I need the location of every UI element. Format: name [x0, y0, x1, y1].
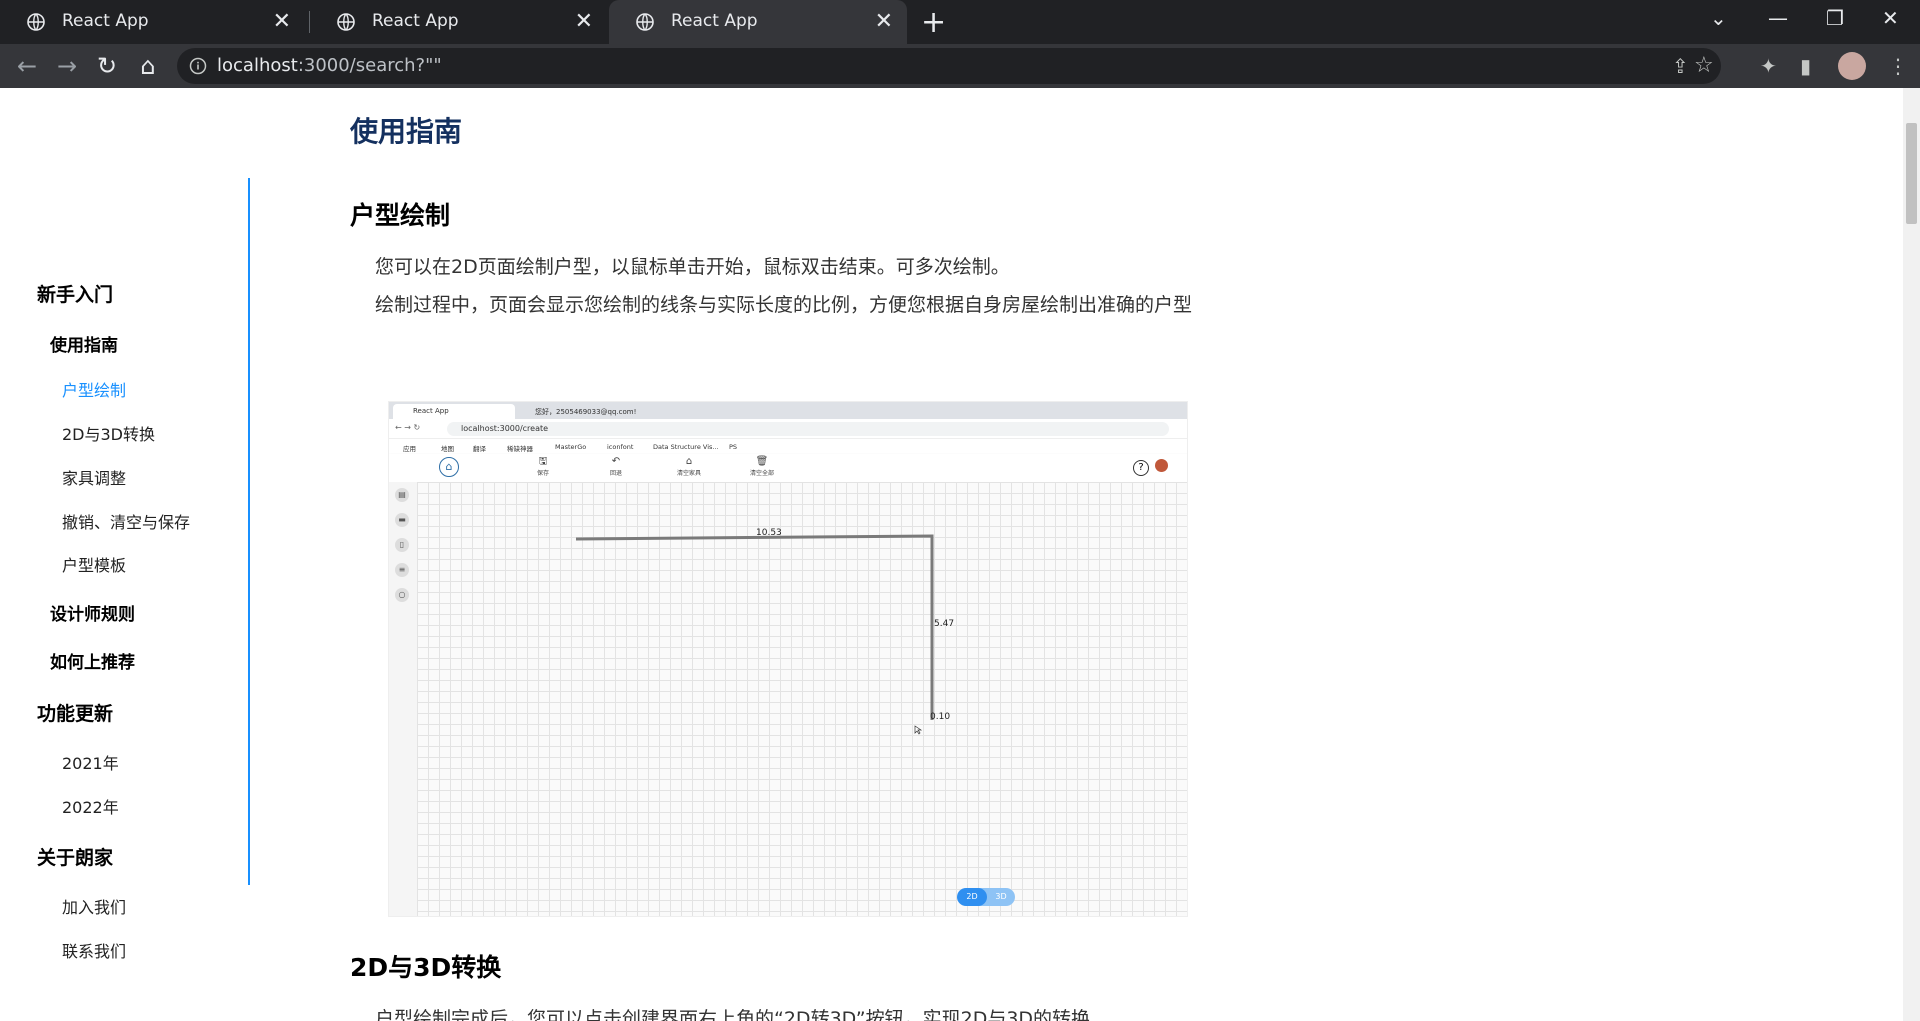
tab-title: React App: [671, 11, 758, 31]
sidebar-item-designer-rules[interactable]: 设计师规则: [50, 600, 135, 625]
sidebar-item-undo-clear-save[interactable]: 撤销、清空与保存: [62, 509, 190, 533]
side-panel-icon[interactable]: ▮: [1800, 54, 1811, 78]
share-icon[interactable]: ⇪: [1672, 54, 1689, 78]
sidebar-item-2022[interactable]: 2022年: [62, 794, 119, 818]
sidebar-item-floorplan-drawing[interactable]: 户型绘制: [62, 377, 126, 401]
tab-search-icon[interactable]: ⌄: [1710, 6, 1727, 30]
globe-icon: [27, 13, 45, 31]
browser-tab-bar: React App ✕ React App ✕ React App ✕ + ⌄ …: [0, 0, 1920, 44]
dimension-label: 5.47: [934, 619, 954, 629]
section-paragraph: 您可以在2D页面绘制户型，以鼠标单击开始，鼠标双击结束。可多次绘制。: [375, 256, 1010, 278]
url-path: :3000/search?"": [297, 55, 442, 76]
globe-icon: [636, 13, 654, 31]
toggle-2d: 2D: [957, 888, 987, 906]
close-tab-icon[interactable]: ✕: [575, 9, 593, 34]
info-icon[interactable]: [189, 57, 207, 75]
sidebar-item-2021[interactable]: 2021年: [62, 750, 119, 774]
sidebar-item-updates[interactable]: 功能更新: [37, 699, 113, 726]
browser-tab[interactable]: React App ✕: [310, 0, 607, 44]
scrollbar-thumb[interactable]: [1906, 123, 1917, 224]
new-tab-icon[interactable]: +: [921, 5, 946, 40]
floorplan-drawing: 10.53 5.47 0.10: [575, 528, 954, 735]
avatar[interactable]: [1838, 52, 1866, 80]
back-icon[interactable]: ←: [12, 51, 42, 81]
minimize-icon[interactable]: —: [1768, 6, 1788, 30]
sidebar-item-templates[interactable]: 户型模板: [62, 552, 126, 576]
section-paragraph: 绘制过程中，页面会显示您绘制的线条与实际长度的比例，方便您根据自身房屋绘制出准确…: [375, 294, 1193, 316]
extensions-icon[interactable]: ✦: [1760, 54, 1777, 78]
wall-line: [575, 534, 934, 720]
restore-icon[interactable]: ❐: [1826, 6, 1844, 30]
bookmark-star-icon[interactable]: ☆: [1694, 53, 1714, 78]
forward-icon[interactable]: →: [52, 51, 82, 81]
page-content: 新手入门 使用指南 户型绘制 2D与3D转换 家具调整 撤销、清空与保存 户型模…: [0, 88, 1903, 1021]
sidebar-item-2d-3d[interactable]: 2D与3D转换: [62, 421, 155, 445]
sidebar-item-usage-guide[interactable]: 使用指南: [50, 331, 118, 356]
menu-icon[interactable]: ⋮: [1888, 54, 1908, 78]
toggle-3d: 3D: [995, 892, 1007, 901]
section-title: 2D与3D转换: [350, 953, 502, 982]
globe-icon: [337, 13, 355, 31]
browser-tab[interactable]: React App ✕: [0, 0, 305, 44]
sidebar-nav: 新手入门 使用指南 户型绘制 2D与3D转换 家具调整 撤销、清空与保存 户型模…: [0, 178, 250, 961]
sidebar-item-getting-started[interactable]: 新手入门: [37, 280, 113, 307]
dimension-label: 0.10: [930, 712, 950, 722]
tab-title: React App: [62, 11, 149, 31]
browser-toolbar: ← → ↻ ⌂ localhost:3000/search?"" ⇪ ☆ ✦ ▮…: [0, 44, 1920, 88]
dimension-label: 10.53: [756, 528, 782, 538]
cursor-icon: [914, 725, 923, 735]
close-tab-icon[interactable]: ✕: [273, 9, 291, 34]
page-scrollbar[interactable]: [1903, 88, 1920, 1021]
url-text: localhost:3000/search?"": [217, 55, 442, 76]
section-title: 户型绘制: [350, 201, 451, 230]
sidebar-item-join-us[interactable]: 加入我们: [62, 894, 126, 918]
address-bar[interactable]: localhost:3000/search?"" ⇪ ☆: [177, 48, 1721, 84]
url-host: localhost: [217, 55, 298, 76]
close-tab-icon[interactable]: ✕: [875, 9, 893, 34]
screenshot-2d-3d-toggle: 2D 3D: [957, 888, 1015, 906]
home-icon[interactable]: ⌂: [133, 51, 163, 81]
demo-screenshot: React App 您好，2505469033@qq.com! ← → ↻ lo…: [388, 401, 1188, 917]
sidebar-item-about[interactable]: 关于朗家: [37, 843, 113, 870]
reload-icon[interactable]: ↻: [92, 51, 122, 81]
sidebar-item-recommend[interactable]: 如何上推荐: [50, 648, 135, 673]
sidebar-item-furniture[interactable]: 家具调整: [62, 465, 126, 489]
page-title: 使用指南: [350, 115, 463, 148]
browser-tab-active[interactable]: React App ✕: [609, 0, 907, 44]
tab-title: React App: [372, 11, 459, 31]
sidebar-item-contact-us[interactable]: 联系我们: [62, 938, 126, 962]
section-paragraph: 户型绘制完成后，您可以点击创建界面右上角的“2D转3D”按钮，实现2D与3D的转…: [375, 1008, 1091, 1021]
close-window-icon[interactable]: ✕: [1882, 6, 1899, 30]
